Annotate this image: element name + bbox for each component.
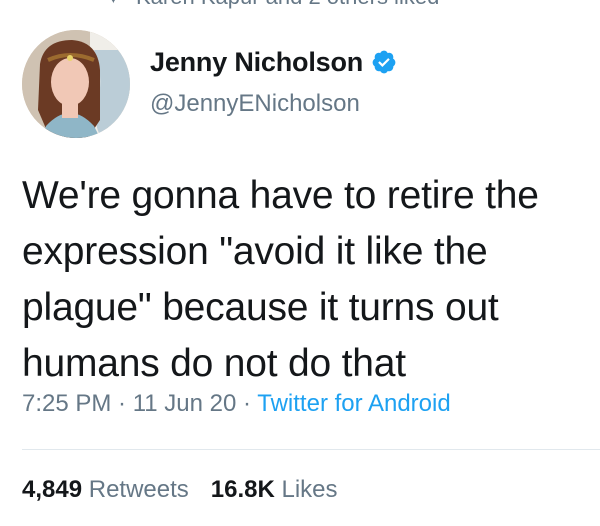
liked-by-text: Karen Kapur and 2 others liked: [136, 0, 439, 10]
heart-icon: ♥: [108, 0, 126, 6]
likes-count: 16.8K: [210, 476, 275, 503]
tweet-date: 11 Jun 20: [132, 390, 237, 417]
author-name[interactable]: Jenny Nicholson: [150, 47, 363, 78]
tweet-source-link[interactable]: Twitter for Android: [257, 390, 450, 417]
tweet-time: 7:25 PM: [22, 390, 112, 417]
retweets-stat[interactable]: 4,849 Retweets: [22, 476, 189, 504]
likes-stat[interactable]: 16.8K Likes: [211, 476, 338, 504]
retweets-label: Retweets: [88, 476, 189, 503]
tweet-line: plague" because it turns out: [22, 286, 499, 329]
verified-badge-icon: [372, 50, 396, 74]
divider: [22, 449, 600, 450]
tweet-author[interactable]: Jenny Nicholson @JennyENicholson: [150, 44, 397, 118]
tweet-stats: 4,849 Retweets 16.8K Likes: [22, 476, 338, 504]
profile-photo: [22, 30, 130, 138]
tweet-line: expression "avoid it like the: [22, 230, 488, 273]
retweets-count: 4,849: [22, 476, 83, 503]
tweet-line: We're gonna have to retire the: [22, 174, 539, 217]
meta-separator: ·: [111, 390, 133, 417]
tweet-line: humans do not do that: [22, 342, 406, 385]
tweet-text: We're gonna have to retire the expressio…: [22, 168, 592, 392]
author-handle[interactable]: @JennyENicholson: [150, 90, 397, 118]
meta-separator: ·: [236, 390, 258, 417]
likes-label: Likes: [281, 476, 338, 503]
tweet-meta: 7:25 PM · 11 Jun 20 · Twitter for Androi…: [22, 390, 451, 418]
avatar[interactable]: [22, 30, 130, 138]
social-context[interactable]: ♥ Karen Kapur and 2 others liked: [108, 0, 439, 12]
